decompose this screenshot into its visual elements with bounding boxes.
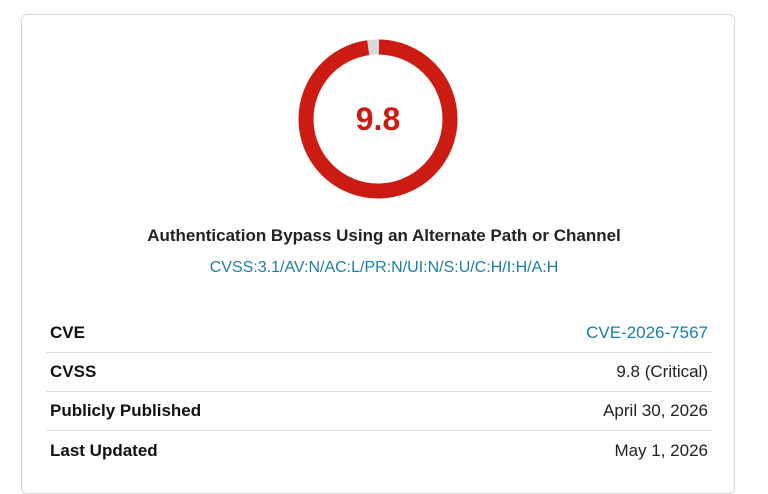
cve-id-link[interactable]: CVE-2026-7567 — [586, 323, 708, 343]
cve-label: CVE — [50, 323, 85, 342]
cvss-vector-link[interactable]: CVSS:3.1/AV:N/AC:L/PR:N/UI:N/S:U/C:H/I:H… — [0, 259, 768, 277]
details-row-updated: Last Updated May 1, 2026 — [46, 431, 712, 470]
cvss-score-value: 9.8 — [355, 101, 401, 137]
cvss-value: 9.8 (Critical) — [616, 362, 708, 381]
published-label: Publicly Published — [50, 401, 202, 420]
updated-date: May 1, 2026 — [614, 440, 708, 460]
details-row-published: Publicly Published April 30, 2026 — [46, 392, 712, 431]
published-date: April 30, 2026 — [603, 401, 708, 420]
details-row-cvss: CVSS 9.8 (Critical) — [46, 353, 712, 392]
details-table: CVE CVE-2026-7567 CVSS 9.8 (Critical) Pu… — [46, 314, 712, 470]
details-row-cve: CVE CVE-2026-7567 — [46, 314, 712, 353]
cvss-label: CVSS — [50, 362, 97, 381]
weakness-title: Authentication Bypass Using an Alternate… — [147, 226, 621, 245]
updated-label: Last Updated — [50, 440, 158, 460]
cvss-score-gauge: 9.8 — [298, 39, 458, 199]
